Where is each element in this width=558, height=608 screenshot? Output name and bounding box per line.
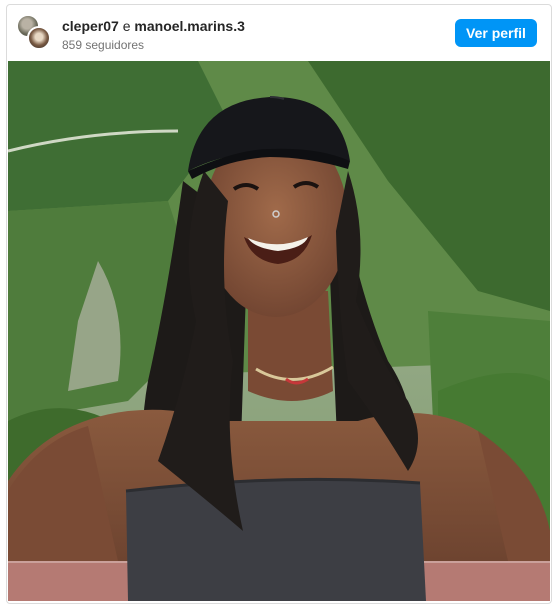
instagram-embed: cleper07 e manoel.marins.3 859 seguidore… [6, 4, 552, 604]
avatar[interactable] [27, 26, 51, 50]
post-header: cleper07 e manoel.marins.3 859 seguidore… [7, 5, 551, 61]
author-link-1[interactable]: cleper07 [62, 18, 119, 34]
photo-illustration [8, 61, 550, 601]
view-profile-button[interactable]: Ver perfil [455, 19, 537, 47]
author-avatars[interactable] [16, 14, 52, 50]
follower-count: 859 seguidores [62, 38, 145, 52]
post-photo[interactable] [8, 61, 550, 601]
authors-connector: e [122, 18, 131, 34]
author-link-2[interactable]: manoel.marins.3 [134, 18, 245, 34]
post-authors: cleper07 e manoel.marins.3 [62, 18, 245, 34]
